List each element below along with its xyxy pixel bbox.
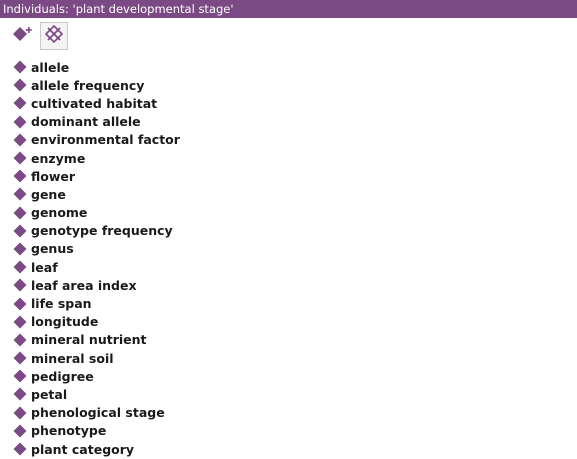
individual-label: leaf area index [31, 277, 137, 293]
individual-label: mineral soil [31, 350, 114, 366]
individual-diamond-icon [13, 442, 27, 456]
individual-label: enzyme [31, 150, 86, 166]
list-item[interactable]: cultivated habitat [13, 94, 577, 112]
individuals-list: allele allele frequency cultivated habitat… [0, 58, 577, 458]
individual-label: mineral nutrient [31, 332, 147, 348]
individual-label: dominant allele [31, 114, 141, 130]
add-individual-button[interactable] [9, 22, 37, 50]
individual-diamond-icon [13, 297, 27, 311]
list-item[interactable]: environmental factor [13, 131, 577, 149]
toolbar [0, 18, 577, 54]
individual-label: allele frequency [31, 77, 145, 93]
list-item[interactable]: allele frequency [13, 76, 577, 94]
individual-label: allele [31, 59, 70, 75]
individuals-panel: Individuals: 'plant developmental stage' [0, 0, 577, 459]
individual-diamond-icon [13, 151, 27, 165]
list-item[interactable]: mineral nutrient [13, 331, 577, 349]
individual-label: pedigree [31, 368, 94, 384]
individual-diamond-icon [13, 133, 27, 147]
individual-diamond-icon [13, 333, 27, 347]
individual-label: phenological stage [31, 405, 165, 421]
list-item[interactable]: flower [13, 167, 577, 185]
individual-diamond-icon [13, 224, 27, 238]
individual-label: petal [31, 386, 68, 402]
individual-diamond-icon [13, 96, 27, 110]
individual-diamond-icon [13, 115, 27, 129]
individual-diamond-icon [13, 260, 27, 274]
list-item[interactable]: pedigree [13, 367, 577, 385]
list-item[interactable]: phenological stage [13, 404, 577, 422]
list-item[interactable]: genome [13, 204, 577, 222]
individual-diamond-icon [13, 169, 27, 183]
individual-diamond-icon [13, 351, 27, 365]
list-item[interactable]: genus [13, 240, 577, 258]
individual-diamond-icon [13, 424, 27, 438]
list-item[interactable]: enzyme [13, 149, 577, 167]
delete-individual-icon [44, 24, 64, 48]
list-item[interactable]: phenotype [13, 422, 577, 440]
list-item[interactable]: gene [13, 185, 577, 203]
list-item[interactable]: petal [13, 385, 577, 403]
individual-label: environmental factor [31, 132, 180, 148]
list-item[interactable]: life span [13, 294, 577, 312]
individual-label: genome [31, 205, 88, 221]
list-item[interactable]: allele [13, 58, 577, 76]
list-item[interactable]: genotype frequency [13, 222, 577, 240]
individual-label: life span [31, 296, 92, 312]
list-item[interactable]: mineral soil [13, 349, 577, 367]
individual-label: leaf [31, 259, 58, 275]
individual-diamond-icon [13, 369, 27, 383]
individual-label: genus [31, 241, 74, 257]
individual-diamond-icon [13, 60, 27, 74]
individual-diamond-icon [13, 315, 27, 329]
list-item[interactable]: leaf [13, 258, 577, 276]
list-item[interactable]: leaf area index [13, 276, 577, 294]
individual-label: cultivated habitat [31, 95, 158, 111]
individual-label: phenotype [31, 423, 107, 439]
panel-title: Individuals: 'plant developmental stage' [0, 0, 577, 18]
delete-individual-button[interactable] [40, 22, 68, 50]
individual-diamond-icon [13, 278, 27, 292]
individual-diamond-icon [13, 387, 27, 401]
list-item[interactable]: plant category [13, 440, 577, 458]
list-item[interactable]: longitude [13, 313, 577, 331]
add-individual-icon [12, 25, 34, 47]
individual-label: flower [31, 168, 76, 184]
individual-diamond-icon [13, 206, 27, 220]
individual-label: gene [31, 186, 66, 202]
individual-label: genotype frequency [31, 223, 173, 239]
individual-diamond-icon [13, 242, 27, 256]
individual-diamond-icon [13, 187, 27, 201]
list-item[interactable]: dominant allele [13, 113, 577, 131]
individual-diamond-icon [13, 406, 27, 420]
individual-label: longitude [31, 314, 99, 330]
individual-diamond-icon [13, 78, 27, 92]
individual-label: plant category [31, 441, 135, 457]
